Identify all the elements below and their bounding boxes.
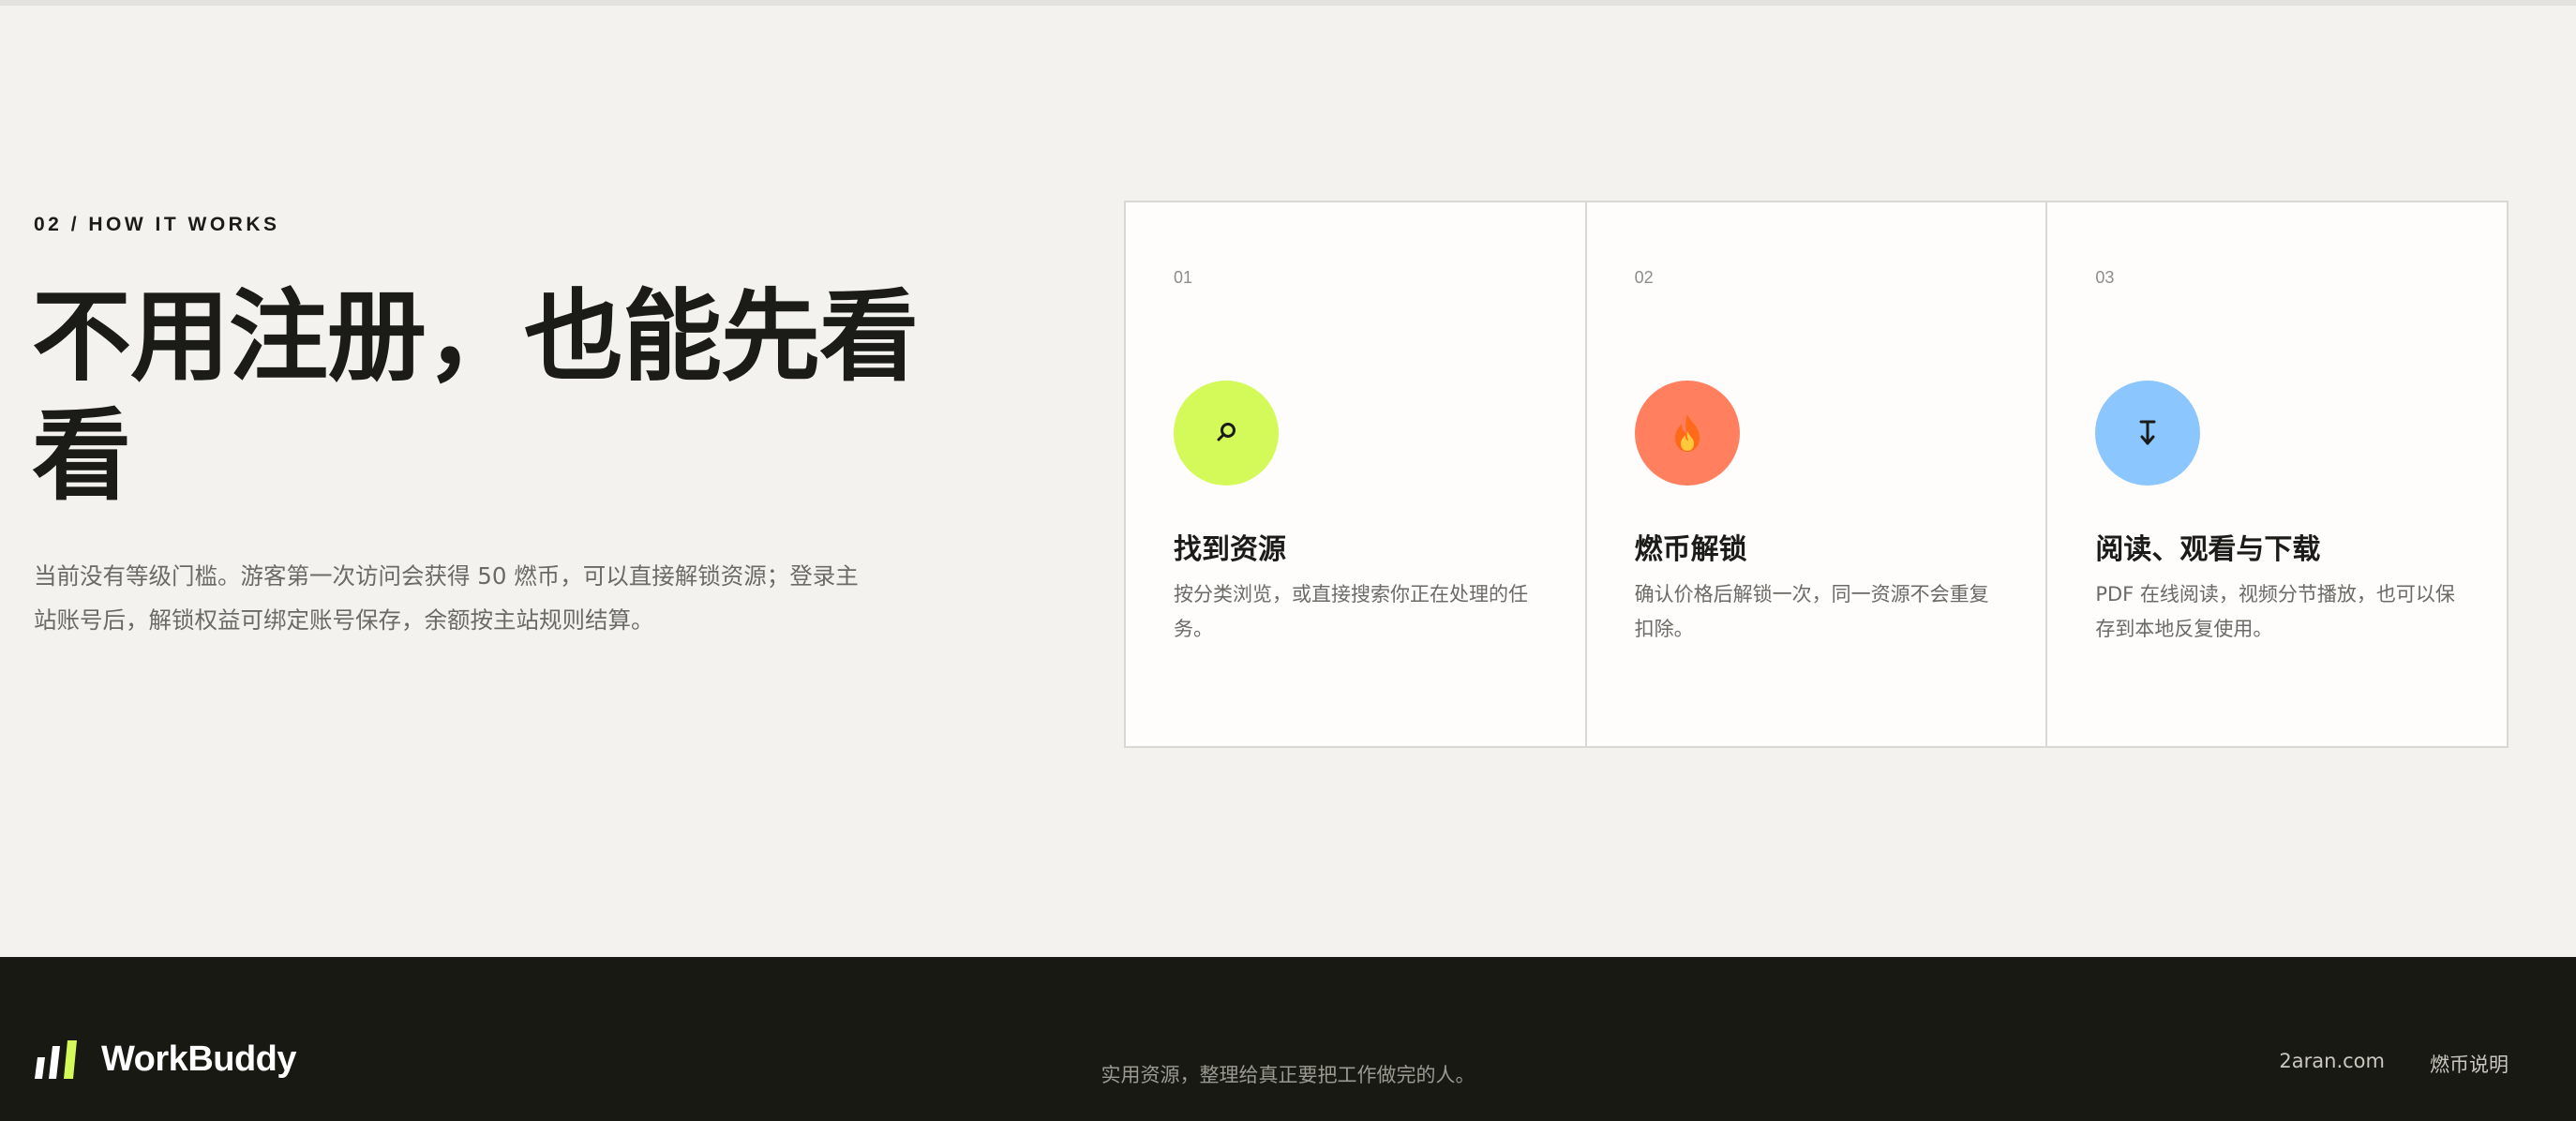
download-icon <box>2095 381 2201 486</box>
page: 02 / HOW IT WORKS 不用注册，也能先看看 当前没有等级门槛。游客… <box>0 0 2576 1121</box>
site-footer: WorkBuddy 实用资源，整理给真正要把工作做完的人。 2aran.com … <box>0 957 2576 1121</box>
footer-link-coin-info[interactable]: 燃币说明 <box>2430 1050 2509 1078</box>
flame-icon <box>1634 381 1740 486</box>
step-title: 阅读、观看与下载 <box>2095 533 2321 566</box>
step-description: 按分类浏览，或直接搜索你正在处理的任务。 <box>1174 583 1528 640</box>
section-eyebrow: 02 / HOW IT WORKS <box>34 214 280 235</box>
step-card-read: 03 阅读、观看与下载 PDF 在线阅读，视频分节播放，也可以保存到本地反复使用… <box>2045 202 2507 746</box>
section-description: 当前没有等级门槛。游客第一次访问会获得 50 燃币，可以直接解锁资源；登录主站账… <box>34 562 859 634</box>
how-it-works-section: 02 / HOW IT WORKS 不用注册，也能先看看 当前没有等级门槛。游客… <box>0 6 2576 957</box>
search-icon <box>1174 381 1279 486</box>
footer-nav: 2aran.com 燃币说明 <box>2279 1050 2509 1078</box>
section-headline: 不用注册，也能先看看 <box>32 279 919 514</box>
step-description: 确认价格后解锁一次，同一资源不会重复扣除。 <box>1634 583 1989 640</box>
footer-link-site[interactable]: 2aran.com <box>2279 1050 2385 1078</box>
step-card-unlock: 02 燃币解锁 确认价格后解锁一次，同一资源不会重复扣除。 <box>1584 202 2046 746</box>
steps-grid: 01 找到资源 按分类浏览，或直接搜索你正在处理的任务。 02 燃币解锁 确认价… <box>1124 201 2509 748</box>
step-number: 02 <box>1634 268 1654 287</box>
step-title: 燃币解锁 <box>1634 533 1747 566</box>
step-number: 03 <box>2095 268 2115 287</box>
step-number: 01 <box>1174 268 1193 287</box>
step-card-find: 01 找到资源 按分类浏览，或直接搜索你正在处理的任务。 <box>1126 202 1585 746</box>
footer-tagline: 实用资源，整理给真正要把工作做完的人。 <box>1101 1064 1475 1086</box>
step-title: 找到资源 <box>1174 533 1286 566</box>
step-description: PDF 在线阅读，视频分节播放，也可以保存到本地反复使用。 <box>2095 583 2455 640</box>
